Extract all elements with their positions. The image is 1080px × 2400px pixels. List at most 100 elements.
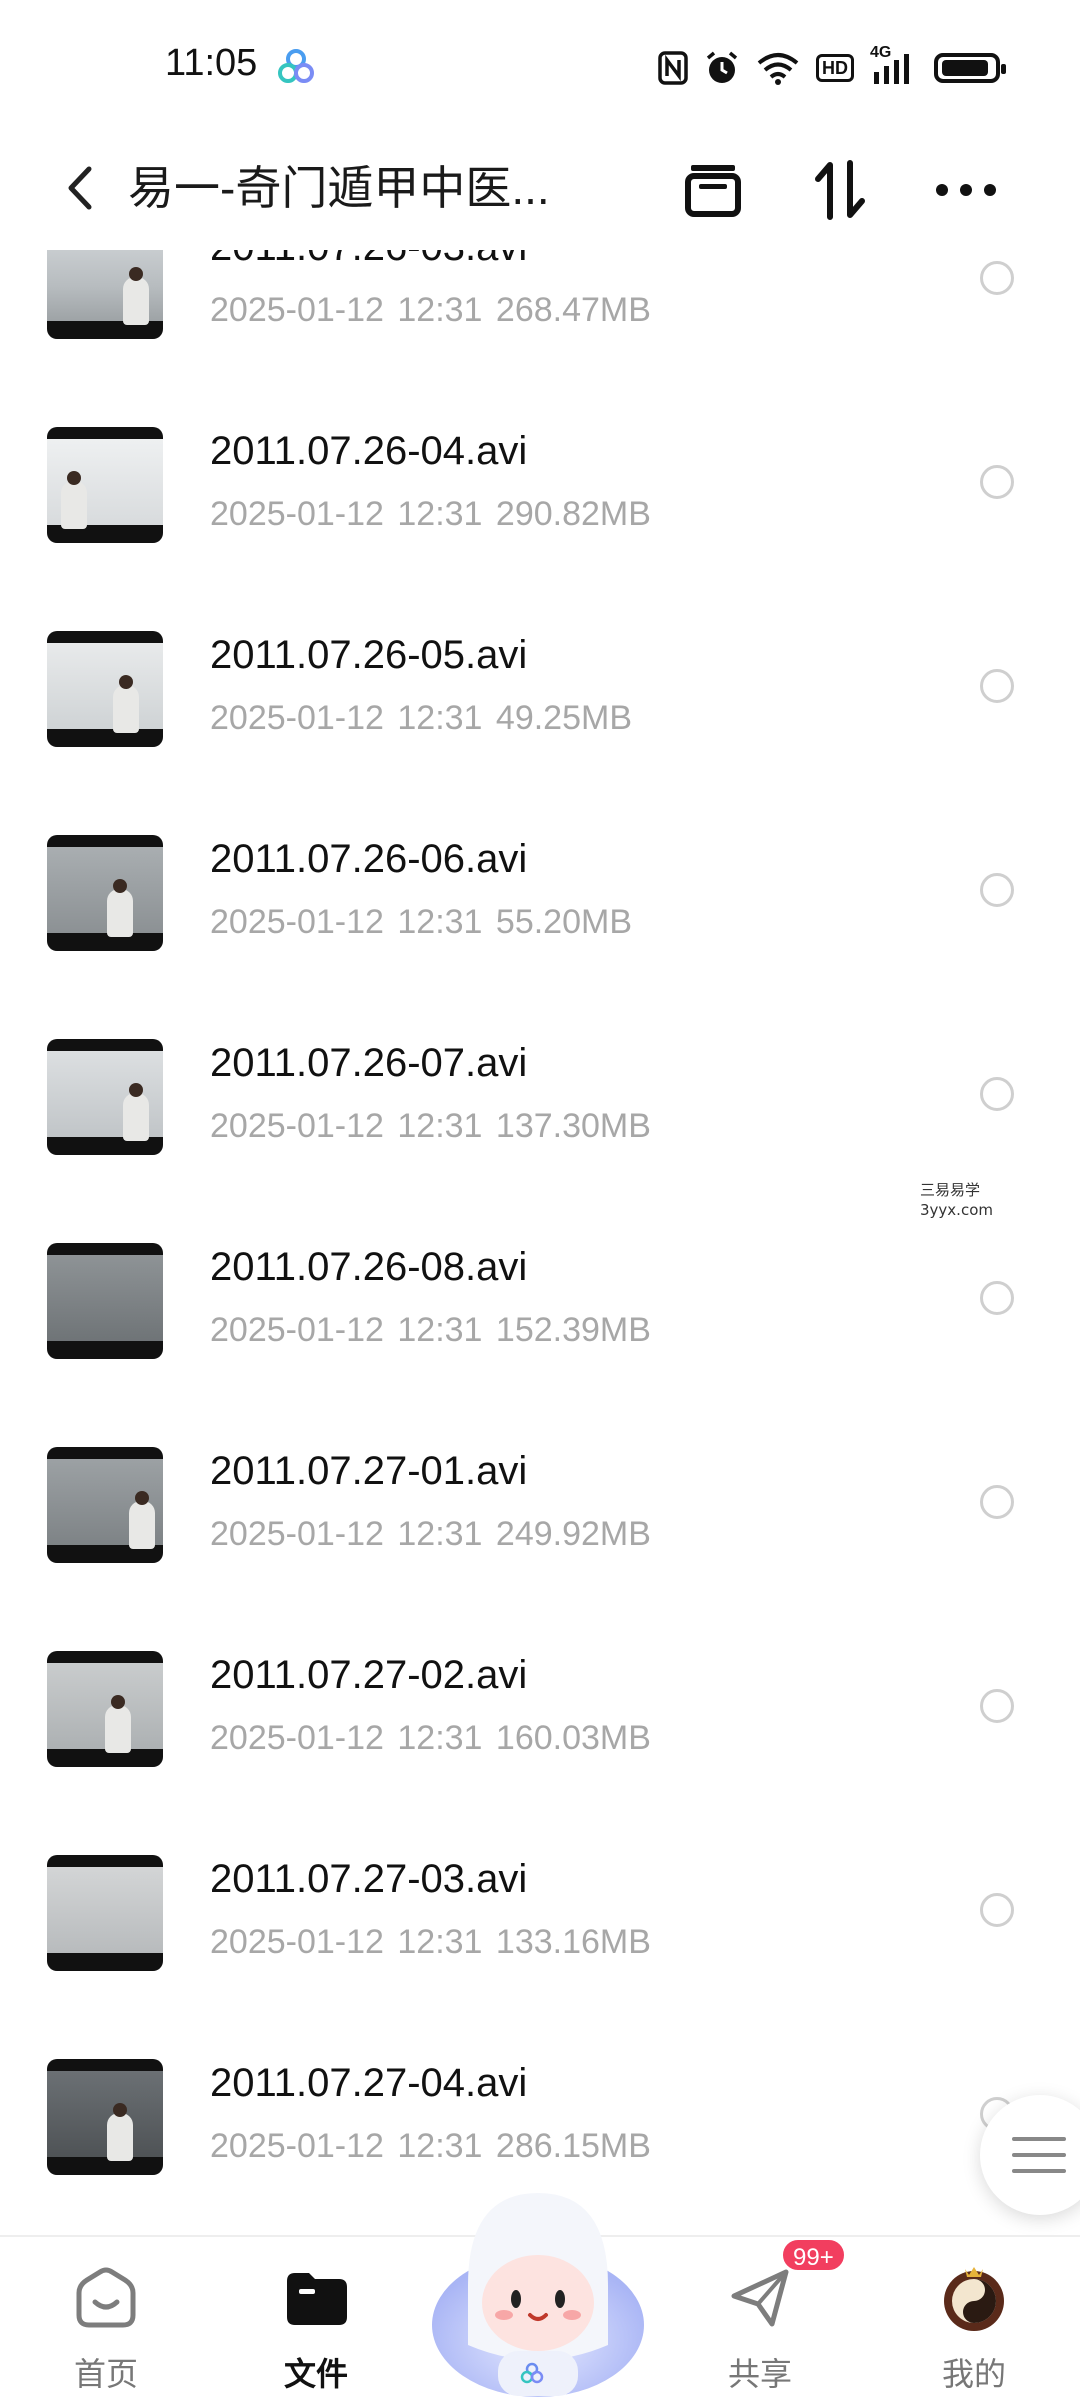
list-item[interactable]: 2011.07.26-03.avi 2025-01-12 12:31 268.4… [0,233,1080,385]
home-icon [71,2263,141,2333]
folder-title: 易一-奇门遁甲中医... [128,162,550,214]
file-date: 2025-01-12 [210,903,384,941]
tab-home[interactable]: 首页 [36,2257,176,2397]
file-time: 12:31 [397,1923,483,1961]
tab-mine[interactable]: 我的 [904,2257,1044,2397]
file-name: 2011.07.26-05.avi [210,633,528,677]
list-item[interactable]: 2011.07.27-02.avi 2025-01-12 12:31 160.0… [0,1609,1080,1813]
folder-icon [281,2263,351,2333]
file-name: 2011.07.27-01.avi [210,1449,528,1493]
select-radio[interactable] [980,873,1014,907]
video-thumbnail [47,1651,163,1767]
file-meta: 2025-01-12 12:31 249.92MB [210,1515,651,1554]
select-radio[interactable] [980,261,1014,295]
file-date: 2025-01-12 [210,1311,384,1349]
file-size: 290.82MB [495,495,651,533]
tab-files[interactable]: 文件 [246,2257,386,2397]
tab-share-label: 共享 [727,2356,792,2392]
list-item[interactable]: 2011.07.26-07.avi 2025-01-12 12:31 137.3… [0,997,1080,1201]
file-time: 12:31 [397,1311,483,1349]
more-button[interactable] [926,145,1006,235]
file-size: 49.25MB [495,699,633,737]
file-size: 152.39MB [495,1311,651,1349]
file-meta: 2025-01-12 12:31 160.03MB [210,1719,651,1758]
file-size: 160.03MB [495,1719,651,1757]
cloud-app-icon [278,49,314,83]
select-radio[interactable] [980,1281,1014,1315]
file-meta: 2025-01-12 12:31 49.25MB [210,699,632,738]
watermark-line2: 3yyx.com [920,1201,993,1219]
system-icons: HD 4G [658,44,1006,90]
select-radio[interactable] [980,669,1014,703]
assistant-mascot-button[interactable] [428,2175,648,2400]
nfc-icon [658,51,688,85]
signal-icon: 4G [870,44,918,86]
select-radio[interactable] [980,1077,1014,1111]
back-button[interactable] [50,153,110,223]
back-icon [68,166,92,210]
alarm-icon [706,51,738,83]
share-badge: 99+ [780,2237,847,2273]
select-radio[interactable] [980,1893,1014,1927]
file-meta: 2025-01-12 12:31 290.82MB [210,495,651,534]
wifi-icon [757,53,799,85]
list-item[interactable]: 2011.07.26-04.avi 2025-01-12 12:31 290.8… [0,385,1080,589]
tab-files-label: 文件 [283,2356,348,2392]
battery-icon [934,50,1006,86]
video-thumbnail [47,2059,163,2175]
file-size: 268.47MB [495,291,651,329]
hd-icon: HD [816,54,854,82]
file-meta: 2025-01-12 12:31 55.20MB [210,903,632,942]
file-date: 2025-01-12 [210,2127,384,2165]
file-list[interactable]: 2011.07.26-03.avi 2025-01-12 12:31 268.4… [0,233,1080,2233]
list-item[interactable]: 2011.07.26-06.avi 2025-01-12 12:31 55.20… [0,793,1080,997]
tab-mine-label: 我的 [941,2356,1006,2392]
video-thumbnail [47,1039,163,1155]
watermark: 三易易学 3yyx.com [920,1180,993,1220]
file-meta: 2025-01-12 12:31 286.15MB [210,2127,651,2166]
select-radio[interactable] [980,465,1014,499]
avatar-icon [939,2263,1009,2333]
list-item[interactable]: 2011.07.27-01.avi 2025-01-12 12:31 249.9… [0,1405,1080,1609]
list-item[interactable]: 2011.07.26-05.avi 2025-01-12 12:31 49.25… [0,589,1080,793]
file-date: 2025-01-12 [210,291,384,329]
share-icon [725,2263,795,2333]
select-all-button[interactable] [673,145,753,235]
file-time: 12:31 [397,1515,483,1553]
video-thumbnail [47,1243,163,1359]
file-size: 286.15MB [495,2127,651,2165]
file-name: 2011.07.26-06.avi [210,837,528,881]
file-date: 2025-01-12 [210,1515,384,1553]
list-item[interactable]: 2011.07.26-08.avi 2025-01-12 12:31 152.3… [0,1201,1080,1405]
file-meta: 2025-01-12 12:31 137.30MB [210,1107,651,1146]
file-size: 55.20MB [495,903,633,941]
file-date: 2025-01-12 [210,495,384,533]
file-time: 12:31 [397,1107,483,1145]
file-size: 137.30MB [495,1107,651,1145]
top-bar: 易一-奇门遁甲中医... [0,135,1080,250]
video-thumbnail [47,1447,163,1563]
file-time: 12:31 [397,699,483,737]
file-name: 2011.07.27-03.avi [210,1857,528,1901]
file-name: 2011.07.26-08.avi [210,1245,528,1289]
file-time: 12:31 [397,291,483,329]
select-radio[interactable] [980,1689,1014,1723]
file-name: 2011.07.26-04.avi [210,429,528,473]
network-type-label: 4G [870,44,892,61]
file-date: 2025-01-12 [210,1923,384,1961]
file-meta: 2025-01-12 12:31 268.47MB [210,291,651,330]
file-date: 2025-01-12 [210,1719,384,1757]
file-meta: 2025-01-12 12:31 133.16MB [210,1923,651,1962]
video-thumbnail [47,631,163,747]
video-thumbnail [47,427,163,543]
tab-share[interactable]: 共享 [690,2257,830,2397]
select-radio[interactable] [980,1485,1014,1519]
file-name: 2011.07.27-04.avi [210,2061,528,2105]
status-bar: 11:05 HD 4G [0,0,1080,135]
list-item[interactable]: 2011.07.27-03.avi 2025-01-12 12:31 133.1… [0,1813,1080,2017]
sort-button[interactable] [800,145,880,235]
select-all-icon [685,165,741,217]
video-thumbnail [47,1855,163,1971]
more-icon [936,184,996,196]
file-time: 12:31 [397,903,483,941]
